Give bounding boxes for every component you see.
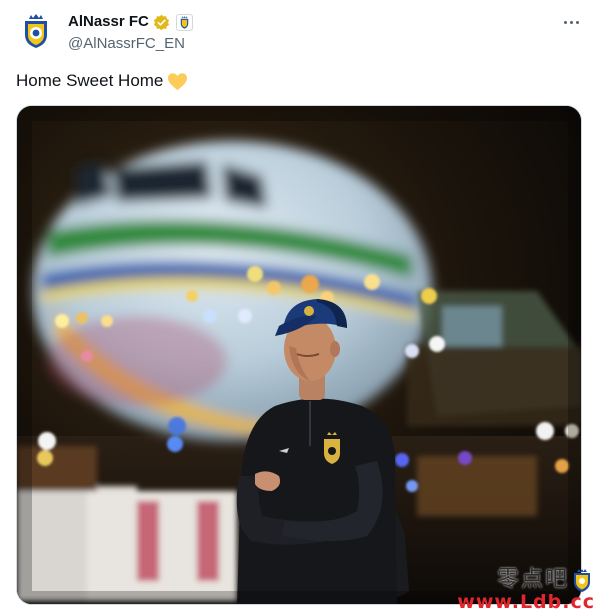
gold-verified-badge-icon[interactable] (153, 14, 170, 31)
avatar[interactable] (16, 11, 56, 51)
more-dot (563, 20, 567, 24)
handle[interactable]: @AlNassrFC_EN (68, 34, 528, 54)
display-name[interactable]: AlNassr FC (68, 12, 149, 32)
more-dot (575, 20, 579, 24)
tweet-text-body: Home Sweet Home (16, 71, 164, 90)
more-options-icon[interactable] (561, 14, 581, 30)
tweet-text: Home Sweet Home (16, 70, 188, 92)
tweet-header: AlNassr FC @AlNassrFC_EN (68, 12, 528, 54)
player-at-airplane-photo (17, 106, 581, 604)
alnassr-crest-icon (16, 11, 56, 51)
yellow-heart-icon (168, 72, 188, 90)
tweet-photo[interactable] (16, 105, 582, 605)
more-dot (569, 20, 573, 24)
name-row: AlNassr FC (68, 12, 528, 32)
tweet: AlNassr FC @AlNassrFC_EN Home Sweet Home (0, 0, 601, 614)
affiliate-badge-icon[interactable] (175, 13, 193, 31)
